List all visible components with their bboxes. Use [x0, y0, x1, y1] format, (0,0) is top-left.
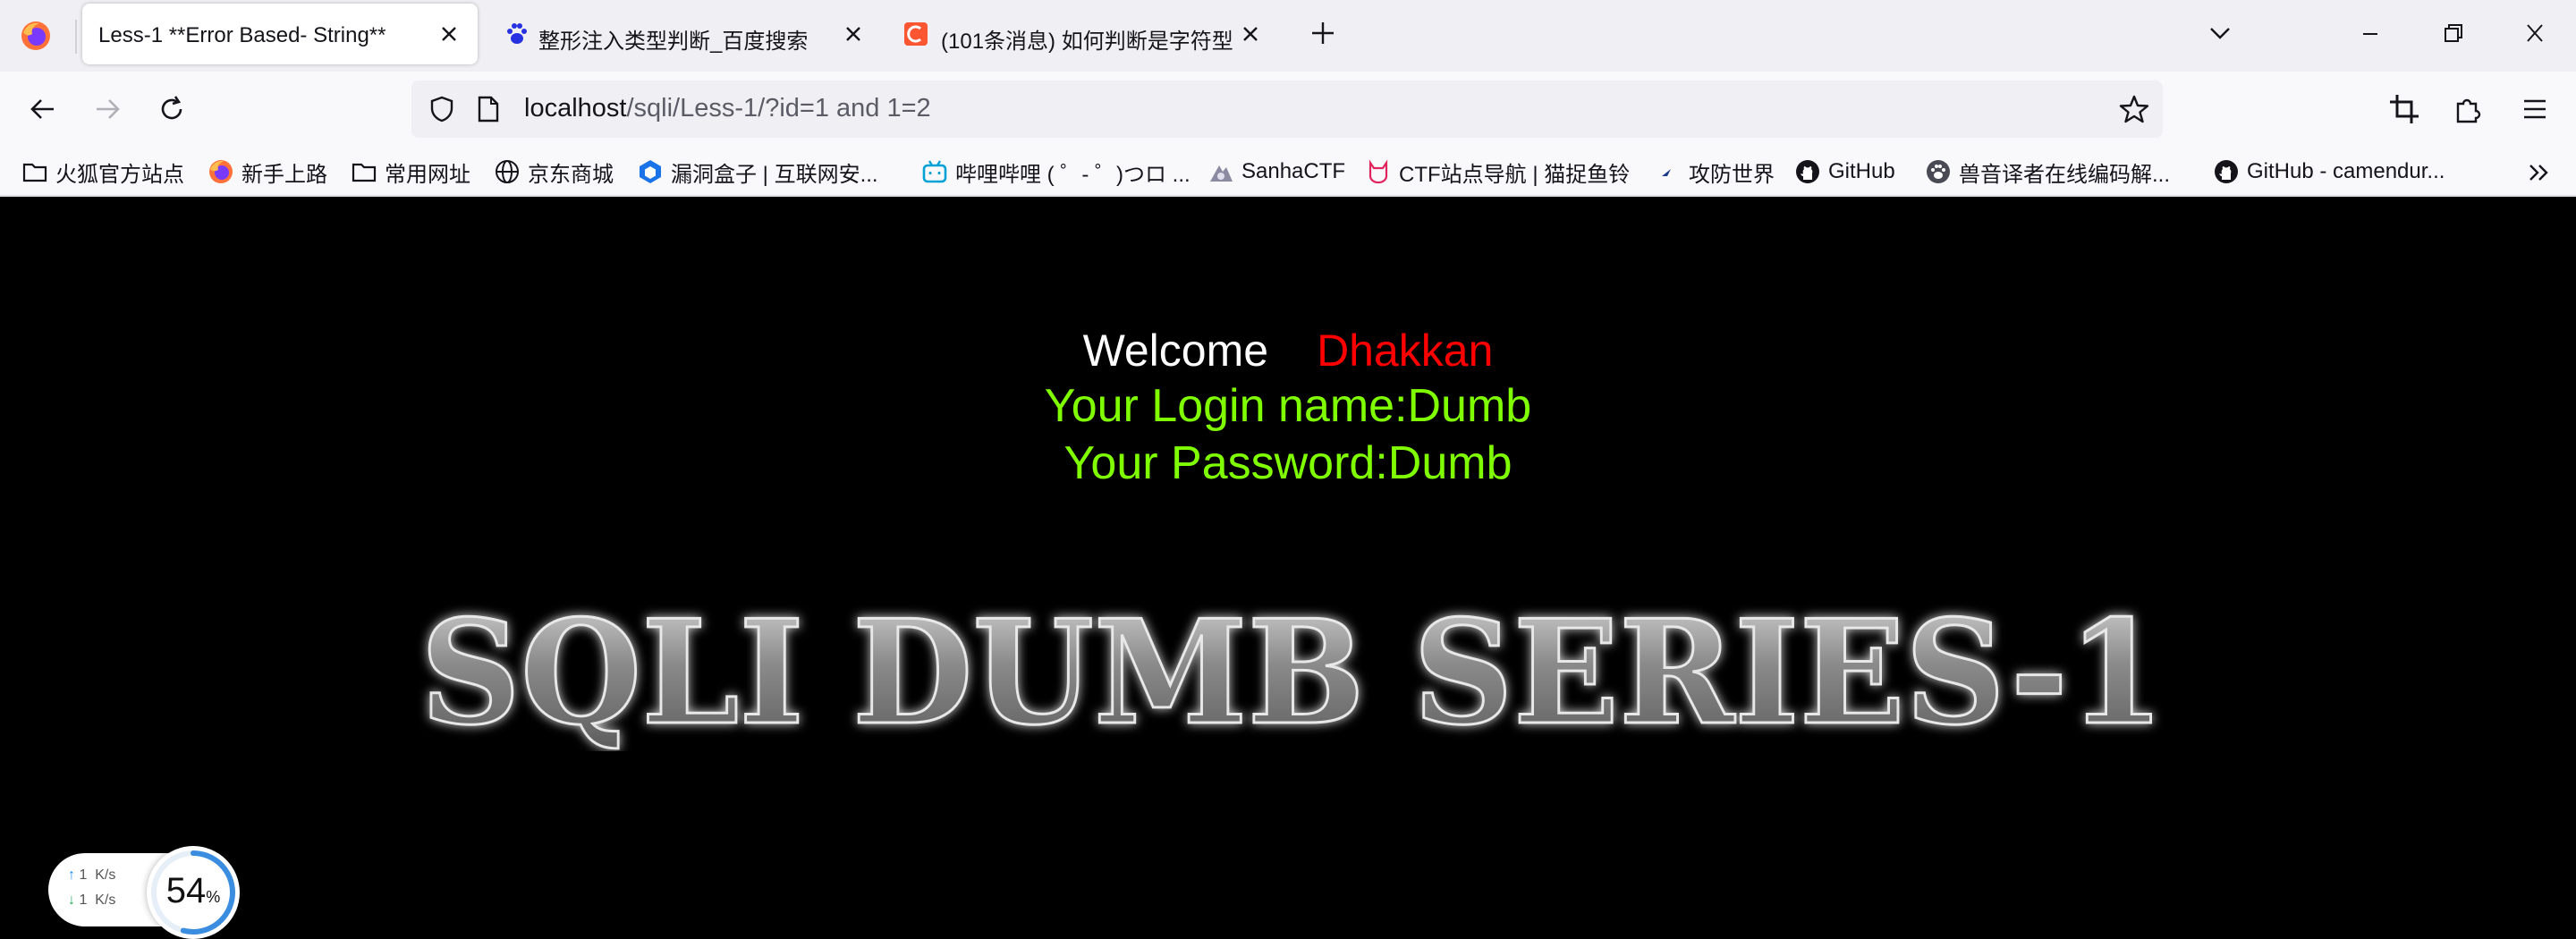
- bookmark-jd[interactable]: 京东商城: [494, 154, 614, 190]
- vulbox-icon: [640, 160, 661, 183]
- forward-arrow-icon[interactable]: [89, 91, 125, 127]
- firefox-icon: [209, 160, 233, 183]
- cat-icon: [1368, 159, 1388, 184]
- bookmark-folder-firefox-sites[interactable]: 火狐官方站点: [21, 154, 184, 190]
- page-content: Welcome Dhakkan Your Login name:Dumb Your…: [0, 197, 2576, 939]
- page-info-icon[interactable]: [476, 95, 501, 123]
- upload-arrow-icon: ↑: [68, 867, 75, 883]
- bookmark-label: 火狐官方站点: [55, 162, 184, 187]
- network-speed-widget[interactable]: ↑ 1 K/s ↓ 1 K/s 54%: [48, 846, 240, 939]
- bookmark-label: GitHub - camendur...: [2247, 159, 2445, 183]
- csdn-icon: [904, 22, 928, 46]
- extensions-puzzle-icon[interactable]: [2451, 91, 2487, 127]
- download-speed: ↓ 1 K/s: [68, 892, 116, 908]
- firefox-menu-icon[interactable]: [20, 20, 52, 52]
- url-path: /sqli/Less-1/?id=1 and 1=2: [626, 94, 931, 123]
- download-arrow-icon: ↓: [68, 892, 75, 908]
- close-icon[interactable]: [1240, 23, 1261, 45]
- bookmarks-overflow-chevron-icon[interactable]: [2524, 157, 2555, 188]
- folder-icon: [22, 163, 47, 182]
- tab-title: Less-1 **Error Based- String**: [98, 23, 386, 47]
- url-text[interactable]: localhost/sqli/Less-1/?id=1 and 1=2: [524, 94, 931, 123]
- bookmark-vulbox[interactable]: 漏洞盒子 | 互联网安...: [637, 154, 878, 190]
- bookmark-label: CTF站点导航 | 猫捉鱼铃: [1399, 162, 1631, 187]
- tracking-shield-icon[interactable]: [428, 95, 456, 123]
- url-host: localhost: [524, 94, 627, 123]
- folder-icon: [352, 163, 377, 182]
- bookmark-getting-started[interactable]: 新手上路: [208, 154, 327, 190]
- globe-icon: [496, 160, 519, 183]
- address-bar[interactable]: localhost/sqli/Less-1/?id=1 and 1=2: [411, 80, 2163, 138]
- welcome-line: Welcome Dhakkan: [0, 322, 2576, 379]
- bookmark-folder-common-sites[interactable]: 常用网址: [351, 154, 470, 190]
- bookmark-github-camendur[interactable]: GitHub - camendur...: [2213, 154, 2445, 190]
- restore-icon[interactable]: [2435, 18, 2470, 50]
- close-icon[interactable]: [438, 23, 460, 45]
- sanha-icon: [1210, 165, 1233, 182]
- tab-csdn[interactable]: (101条消息) 如何判断是字符型: [891, 4, 1286, 64]
- bookmark-star-icon[interactable]: [2118, 93, 2150, 125]
- bookmarks-toolbar: 火狐官方站点 新手上路 常用网址 京东商城 漏洞盒子 | 互联网安... 哔哩哔…: [0, 147, 2576, 197]
- password-result: Your Password:Dumb: [1063, 437, 1513, 489]
- close-window-icon[interactable]: [2517, 18, 2553, 50]
- github-icon: [2215, 160, 2238, 183]
- reload-icon[interactable]: [154, 91, 190, 127]
- list-all-tabs-chevron-icon[interactable]: [2202, 18, 2238, 50]
- banner-text: SQLI DUMB SERIES-1: [420, 599, 2165, 751]
- tab-less-1[interactable]: Less-1 **Error Based- String**: [82, 4, 478, 64]
- login-name-result: Your Login name:Dumb: [1044, 380, 1532, 432]
- bookmark-label: GitHub: [1828, 159, 1895, 183]
- bookmark-github[interactable]: GitHub: [1794, 154, 1895, 190]
- paw-icon: [1927, 160, 1950, 183]
- user-name-text: Dhakkan: [1317, 326, 1494, 376]
- bookmark-label: SanhaCTF: [1241, 159, 1346, 183]
- back-arrow-icon[interactable]: [25, 91, 61, 127]
- tab-title: (101条消息) 如何判断是字符型: [941, 30, 1233, 54]
- bookmark-bilibili[interactable]: 哔哩哔哩 ( ゜- ゜)つロ ...: [921, 154, 1191, 190]
- tab-strip: Less-1 **Error Based- String** 整形注入类型判断_…: [0, 0, 2576, 72]
- sqli-dumb-series-banner: SQLI DUMB SERIES-1: [419, 599, 2166, 751]
- bookmark-adworld[interactable]: 攻防世界: [1655, 154, 1775, 190]
- navigation-toolbar: localhost/sqli/Less-1/?id=1 and 1=2: [0, 72, 2576, 147]
- tab-title: 整形注入类型判断_百度搜索: [538, 30, 809, 54]
- minimize-icon[interactable]: [2352, 18, 2388, 50]
- bookmark-label: 攻防世界: [1689, 162, 1775, 187]
- tab-separator: [75, 20, 77, 54]
- adworld-icon: [1662, 169, 1671, 176]
- bookmark-ctf-nav[interactable]: CTF站点导航 | 猫捉鱼铃: [1365, 154, 1630, 190]
- tab-baidu[interactable]: 整形注入类型判断_百度搜索: [488, 4, 884, 64]
- bookmark-label: 新手上路: [242, 162, 327, 187]
- bookmark-label: 京东商城: [528, 162, 614, 187]
- hamburger-menu-icon[interactable]: [2517, 91, 2553, 127]
- baidu-paw-icon: [507, 23, 527, 44]
- bookmark-label: 兽音译者在线编码解...: [1959, 162, 2171, 187]
- bookmark-sanhactf[interactable]: SanhaCTF: [1208, 154, 1345, 190]
- github-icon: [1796, 160, 1819, 183]
- new-tab-plus-icon[interactable]: [1308, 18, 1338, 48]
- close-icon[interactable]: [843, 23, 864, 45]
- upload-speed: ↑ 1 K/s: [68, 867, 116, 883]
- bookmark-label: 漏洞盒子 | 互联网安...: [671, 162, 878, 187]
- bookmark-label: 哔哩哔哩 ( ゜- ゜)つロ ...: [955, 162, 1191, 187]
- bookmark-beast-translator[interactable]: 兽音译者在线编码解...: [1925, 154, 2170, 190]
- bookmark-label: 常用网址: [385, 162, 470, 187]
- memory-percent: 54%: [165, 871, 221, 910]
- welcome-text: Welcome: [1082, 326, 1269, 376]
- bilibili-icon: [922, 160, 947, 183]
- crop-screenshot-icon[interactable]: [2386, 91, 2422, 127]
- memory-usage-gauge[interactable]: 54%: [147, 846, 240, 939]
